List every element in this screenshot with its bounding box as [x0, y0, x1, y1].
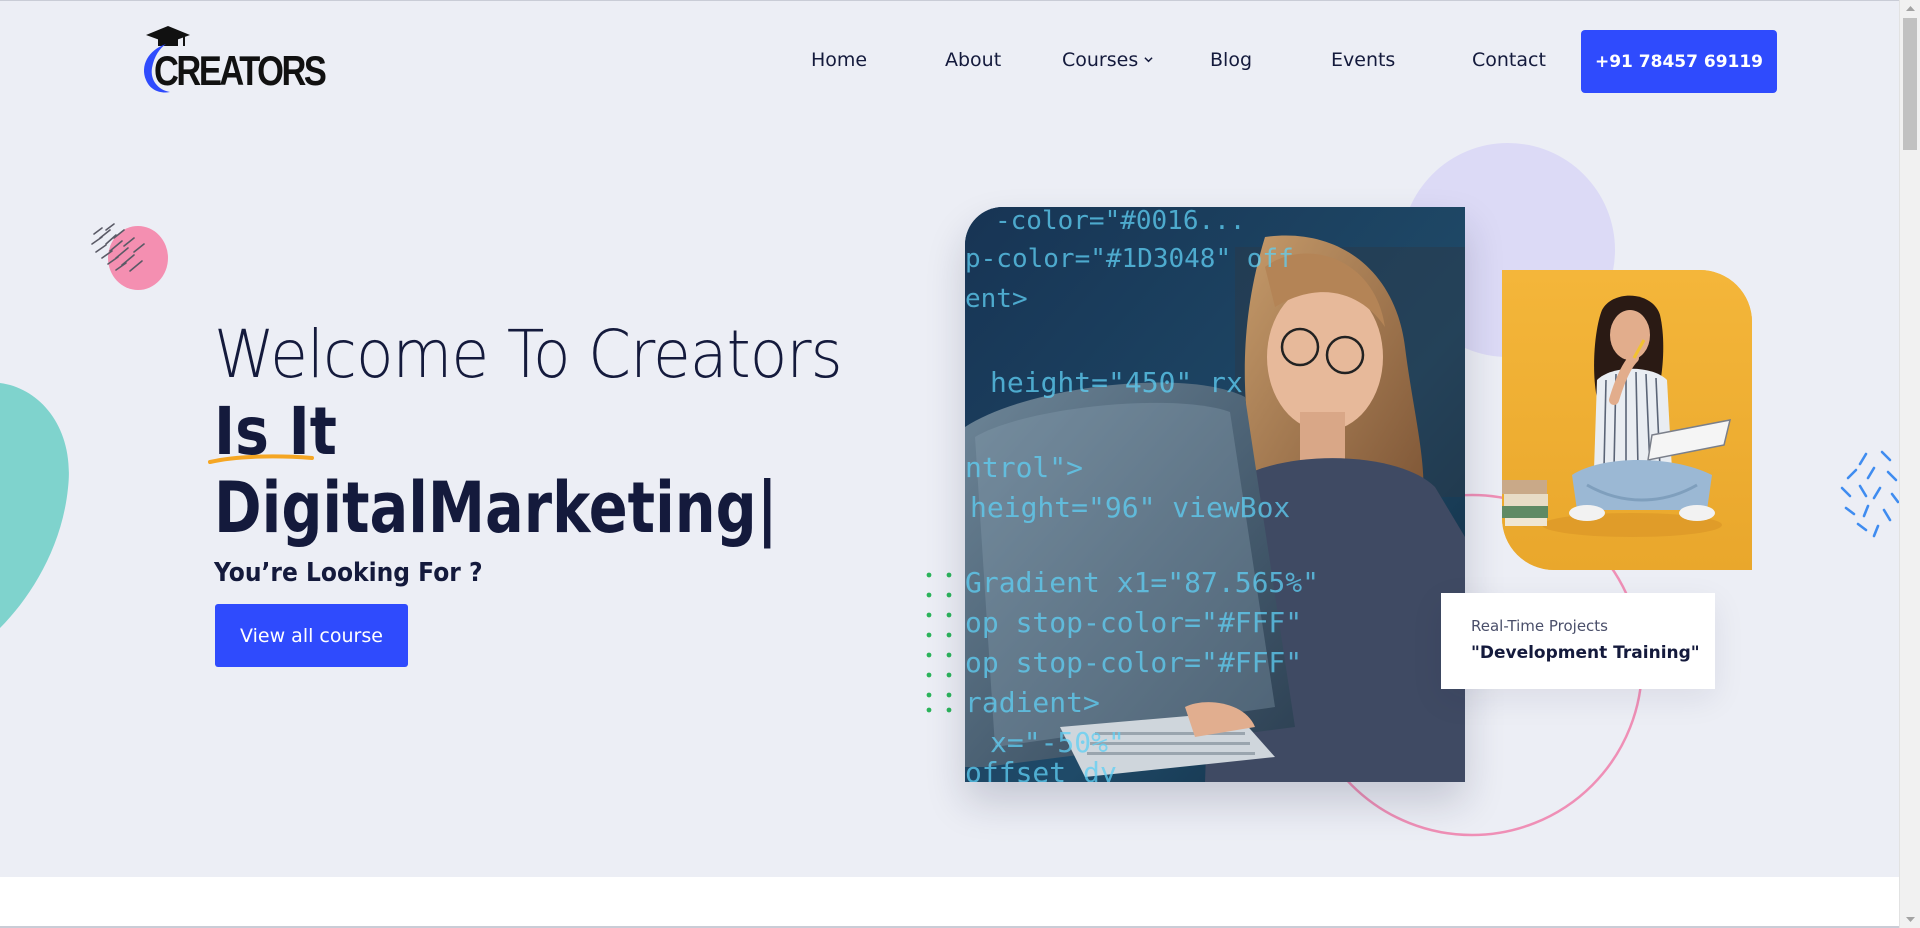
logo[interactable]: CREATORS [140, 26, 327, 96]
scroll-down-arrow-icon[interactable] [1900, 911, 1920, 928]
blue-confetti [1840, 450, 1899, 538]
svg-text:op stop-color="#FFF": op stop-color="#FFF" [965, 606, 1302, 639]
chevron-down-icon [1144, 57, 1153, 63]
svg-text:ent>: ent> [965, 284, 1028, 314]
page: CREATORS Home About Courses Blog Events … [0, 0, 1899, 928]
phone-button[interactable]: +91 78457 69119 [1581, 30, 1777, 93]
nav-blog[interactable]: Blog [1210, 48, 1252, 72]
nav-home[interactable]: Home [811, 48, 867, 72]
nav-events[interactable]: Events [1331, 48, 1395, 72]
nav-courses[interactable]: Courses [1062, 48, 1153, 72]
teal-blob [0, 383, 69, 628]
nav-contact[interactable]: Contact [1472, 48, 1546, 72]
svg-text:x="-50%": x="-50%" [990, 726, 1125, 759]
pink-blob [91, 223, 168, 290]
scroll-up-arrow-icon[interactable] [1900, 0, 1920, 17]
svg-text:p-color="#1D3048" off: p-color="#1D3048" off [965, 244, 1294, 274]
hero-main-photo: -color="#0016... p-color="#1D3048" off e… [965, 207, 1465, 782]
nav-about[interactable]: About [945, 48, 1001, 72]
next-section [0, 877, 1899, 928]
view-all-course-button[interactable]: View all course [215, 604, 408, 667]
svg-text:height="450" rx: height="450" rx [990, 366, 1243, 399]
svg-text:radient>: radient> [965, 686, 1100, 719]
hero-heading-line3: DigitalMarketing| [214, 467, 778, 549]
svg-text:height="96" viewBox: height="96" viewBox [970, 491, 1290, 524]
green-dots [926, 572, 952, 713]
scrollbar-thumb[interactable] [1903, 18, 1917, 150]
feature-card-label: Real-Time Projects [1471, 617, 1608, 635]
nav-courses-label: Courses [1062, 49, 1139, 71]
svg-text:offset dy: offset dy [965, 756, 1117, 782]
vertical-scrollbar[interactable] [1899, 0, 1920, 928]
top-border [0, 0, 1899, 1]
hero-heading-line1: Welcome To Creators [214, 316, 843, 393]
svg-text:ntrol">: ntrol"> [965, 451, 1083, 484]
hero-subtitle: You’re Looking For ? [214, 558, 483, 588]
hero-side-photo [1502, 270, 1752, 570]
hero-heading-line2: Is It [214, 393, 337, 470]
svg-text:Gradient x1="87.565%": Gradient x1="87.565%" [965, 566, 1319, 599]
svg-text:op stop-color="#FFF": op stop-color="#FFF" [965, 646, 1302, 679]
logo-text: CREATORS [154, 47, 327, 94]
svg-text:-color="#0016...: -color="#0016... [995, 207, 1245, 236]
feature-card: Real-Time Projects "Development Training… [1441, 593, 1715, 689]
feature-card-title: "Development Training" [1471, 643, 1700, 663]
